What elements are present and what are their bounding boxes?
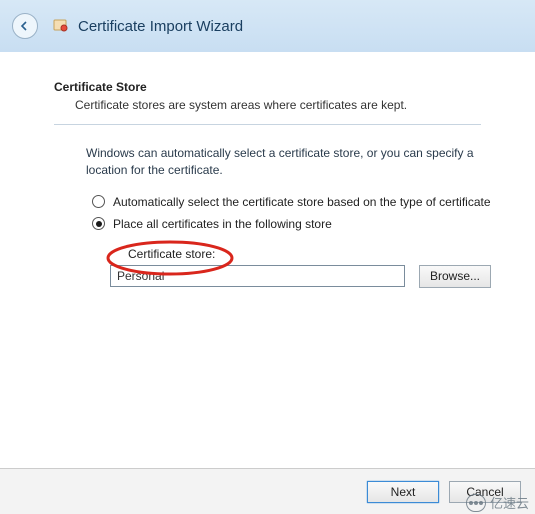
footer: Next Cancel: [0, 468, 535, 514]
radio-icon: [92, 217, 105, 230]
browse-button[interactable]: Browse...: [419, 265, 491, 288]
section-description: Certificate stores are system areas wher…: [20, 98, 515, 112]
store-input-row: Browse...: [110, 265, 515, 288]
radio-group: Automatically select the certificate sto…: [20, 179, 515, 231]
wizard-window: ✕ Certificate Import Wizard Certificate …: [0, 0, 535, 514]
radio-auto-label: Automatically select the certificate sto…: [113, 195, 491, 209]
certificate-store-input[interactable]: [110, 265, 405, 287]
wizard-body: Certificate Store Certificate stores are…: [0, 52, 535, 468]
store-label: Certificate store:: [128, 247, 515, 261]
radio-manual-label: Place all certificates in the following …: [113, 217, 332, 231]
radio-icon: [92, 195, 105, 208]
next-button[interactable]: Next: [367, 481, 439, 503]
watermark-text: 亿速云: [490, 493, 529, 512]
watermark-icon: [466, 494, 486, 512]
watermark: 亿速云: [466, 493, 529, 512]
titlebar: Certificate Import Wizard: [0, 0, 535, 52]
back-arrow-icon: [19, 20, 31, 32]
certificate-icon: [52, 17, 70, 35]
radio-auto-select[interactable]: Automatically select the certificate sto…: [92, 195, 515, 209]
store-group: Certificate store: Browse...: [20, 239, 515, 288]
radio-manual-select[interactable]: Place all certificates in the following …: [92, 217, 515, 231]
section-heading: Certificate Store: [20, 80, 515, 94]
instruction-text: Windows can automatically select a certi…: [20, 125, 515, 179]
back-button[interactable]: [12, 13, 38, 39]
window-title: Certificate Import Wizard: [78, 18, 243, 35]
